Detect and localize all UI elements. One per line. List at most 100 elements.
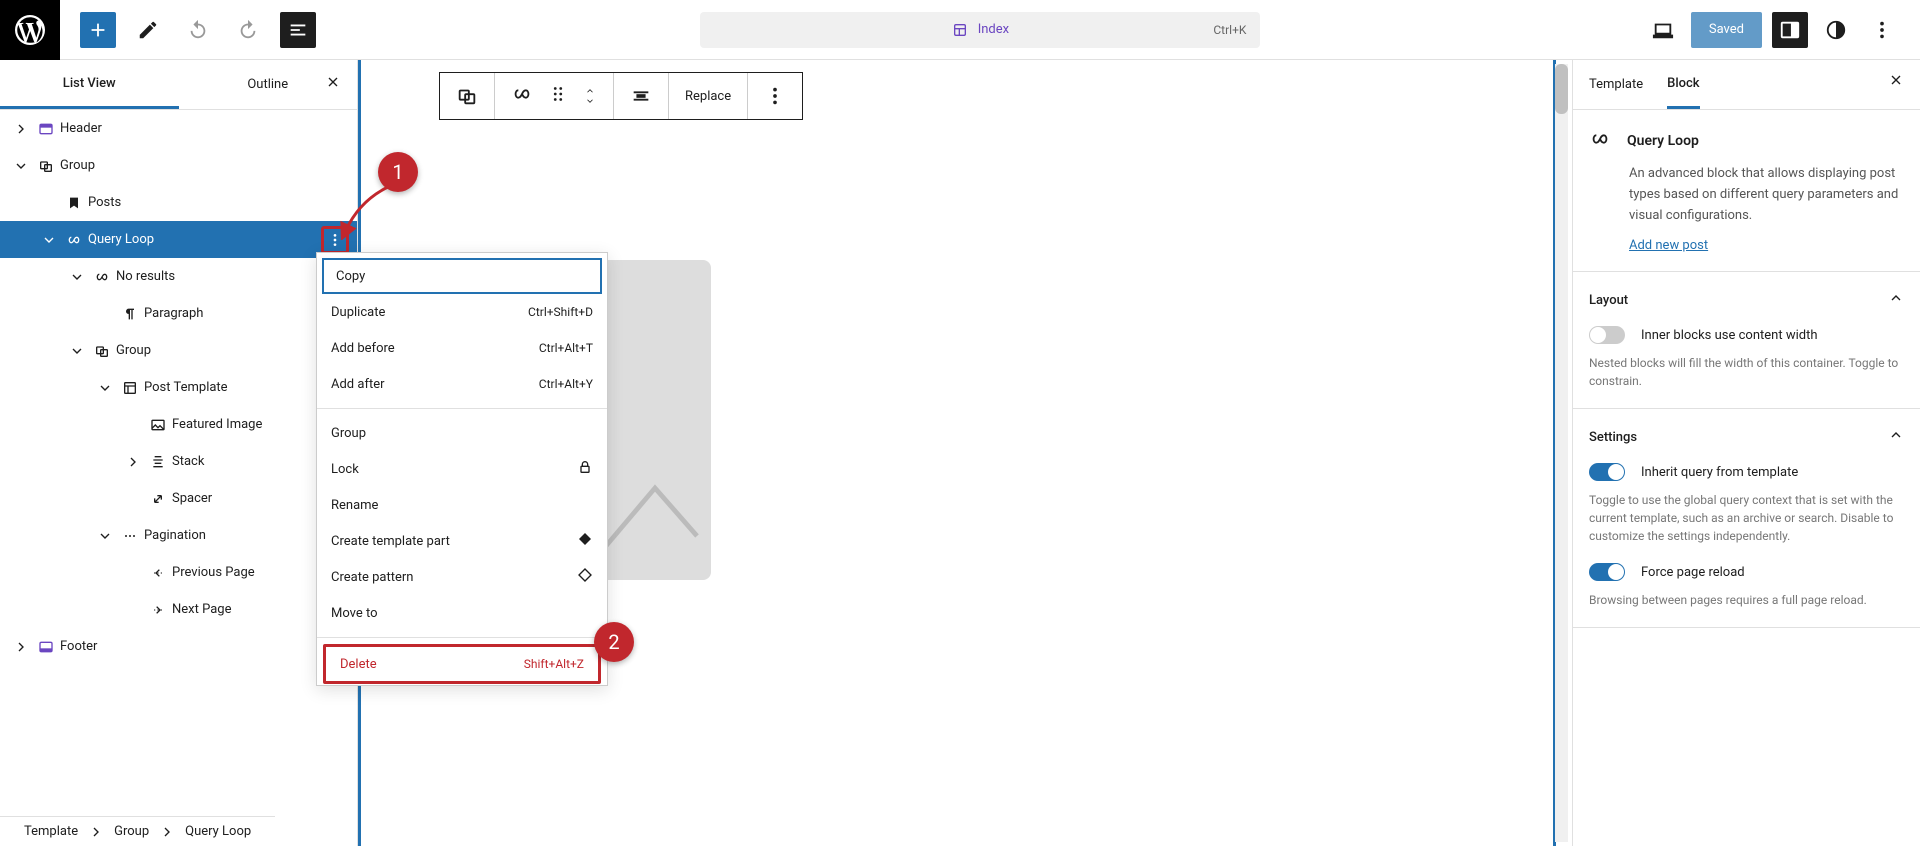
- tree-row[interactable]: Post Template: [0, 369, 357, 406]
- menu-item[interactable]: Move to: [317, 595, 607, 631]
- settings-sidebar-toggle[interactable]: [1772, 12, 1808, 48]
- collapse-icon[interactable]: [1888, 427, 1904, 447]
- save-button[interactable]: Saved: [1691, 12, 1762, 48]
- undo-button[interactable]: [180, 12, 216, 48]
- add-new-post-link[interactable]: Add new post: [1629, 238, 1708, 253]
- tree-row[interactable]: Header: [0, 110, 357, 147]
- tree-row[interactable]: Stack: [0, 443, 357, 480]
- expand-icon[interactable]: [94, 380, 116, 396]
- menu-label: Duplicate: [331, 305, 385, 320]
- document-title: Index: [978, 22, 1009, 37]
- close-settings-button[interactable]: [1888, 72, 1904, 92]
- menu-shortcut: Shift+Alt+Z: [524, 657, 584, 671]
- menu-item[interactable]: Group: [317, 415, 607, 451]
- menu-item[interactable]: DeleteShift+Alt+Z: [323, 644, 601, 684]
- edit-button[interactable]: [130, 12, 166, 48]
- menu-item[interactable]: Lock: [317, 451, 607, 487]
- breadcrumb-item[interactable]: Template: [24, 824, 78, 839]
- tree-label: Previous Page: [172, 565, 255, 580]
- tree-label: Footer: [60, 639, 97, 654]
- settings-panel: Template Block Query Loop An advanced bl…: [1572, 60, 1920, 846]
- canvas-scrollbar[interactable]: [1555, 64, 1568, 842]
- next-icon: [144, 602, 172, 618]
- breadcrumb-item[interactable]: Group: [114, 824, 149, 839]
- menu-item[interactable]: Create template part: [317, 523, 607, 559]
- breadcrumb-item[interactable]: Query Loop: [185, 824, 251, 839]
- collapse-icon[interactable]: [1888, 290, 1904, 310]
- tree-label: Group: [116, 343, 151, 358]
- shortcut-label: Ctrl+K: [1213, 23, 1246, 37]
- tree-row[interactable]: Pagination: [0, 517, 357, 554]
- document-title-button[interactable]: Index Ctrl+K: [700, 12, 1260, 48]
- menu-label: Create pattern: [331, 570, 413, 585]
- tree-row[interactable]: No results: [0, 258, 357, 295]
- expand-icon[interactable]: [10, 121, 32, 137]
- tree-label: Featured Image: [172, 417, 262, 432]
- listview-toggle[interactable]: [280, 12, 316, 48]
- tree-row[interactable]: Posts: [0, 184, 357, 221]
- toggle-help: Nested blocks will fill the width of thi…: [1589, 354, 1904, 390]
- bookmark-icon: [60, 195, 88, 211]
- styles-button[interactable]: [1818, 12, 1854, 48]
- menu-shortcut: Ctrl+Alt+Y: [539, 377, 593, 391]
- tree-row[interactable]: Group: [0, 332, 357, 369]
- align-button[interactable]: [614, 73, 669, 119]
- tree-row[interactable]: Query Loop: [0, 221, 357, 258]
- tree-label: Header: [60, 121, 102, 136]
- expand-icon[interactable]: [66, 269, 88, 285]
- tree-row[interactable]: Footer: [0, 628, 357, 665]
- wordpress-logo[interactable]: [0, 0, 60, 60]
- group-icon: [32, 158, 60, 174]
- expand-icon[interactable]: [10, 639, 32, 655]
- tree-row[interactable]: Previous Page: [0, 554, 357, 591]
- redo-button[interactable]: [230, 12, 266, 48]
- menu-item[interactable]: Add after Ctrl+Alt+Y: [317, 366, 607, 402]
- menu-label: Copy: [336, 269, 365, 284]
- tree-row[interactable]: Next Page: [0, 591, 357, 628]
- view-button[interactable]: [1645, 12, 1681, 48]
- menu-item[interactable]: DuplicateCtrl+Shift+D: [317, 294, 607, 330]
- tree-row[interactable]: Group: [0, 147, 357, 184]
- breadcrumb: Template Group Query Loop: [0, 816, 275, 846]
- section-title: Layout: [1589, 293, 1628, 308]
- expand-icon[interactable]: [122, 454, 144, 470]
- expand-icon[interactable]: [66, 343, 88, 359]
- lock-icon: [577, 459, 593, 479]
- drag-handle[interactable]: [547, 83, 569, 109]
- tab-block[interactable]: Block: [1667, 60, 1699, 109]
- tree-label: Paragraph: [144, 306, 203, 321]
- tab-list-view[interactable]: List View: [0, 60, 179, 109]
- block-toolbar: Replace: [439, 72, 803, 120]
- tab-template[interactable]: Template: [1589, 60, 1643, 109]
- tree-row[interactable]: Paragraph: [0, 295, 357, 332]
- force-reload-toggle[interactable]: [1589, 563, 1625, 581]
- move-arrows[interactable]: [583, 86, 597, 106]
- expand-icon[interactable]: [10, 158, 32, 174]
- tree-row[interactable]: Spacer: [0, 480, 357, 517]
- expand-icon[interactable]: [38, 232, 60, 248]
- block-options-button[interactable]: [748, 73, 802, 119]
- menu-label: Lock: [331, 462, 359, 477]
- tree-row[interactable]: Featured Image: [0, 406, 357, 443]
- topbar: Index Ctrl+K Saved: [0, 0, 1920, 60]
- menu-item[interactable]: Copy: [322, 258, 602, 294]
- add-block-button[interactable]: [80, 12, 116, 48]
- content-width-toggle[interactable]: [1589, 326, 1625, 344]
- menu-label: Add after: [331, 377, 385, 392]
- menu-label: Move to: [331, 606, 378, 621]
- menu-item[interactable]: Create pattern: [317, 559, 607, 595]
- inherit-query-toggle[interactable]: [1589, 463, 1625, 481]
- menu-item[interactable]: Rename: [317, 487, 607, 523]
- menu-item[interactable]: Add beforeCtrl+Alt+T: [317, 330, 607, 366]
- toggle-help: Browsing between pages requires a full p…: [1589, 591, 1904, 609]
- replace-button[interactable]: Replace: [669, 73, 748, 119]
- context-menu-scroll[interactable]: Copy DuplicateCtrl+Shift+DAdd beforeCtrl+…: [317, 253, 607, 685]
- stack-icon: [144, 454, 172, 470]
- block-context-menu: Copy DuplicateCtrl+Shift+DAdd beforeCtrl+…: [316, 252, 608, 686]
- block-type-button[interactable]: [440, 73, 495, 119]
- loop-icon[interactable]: [511, 83, 533, 109]
- expand-icon[interactable]: [94, 528, 116, 544]
- close-panel-button[interactable]: [325, 74, 341, 94]
- options-button[interactable]: [1864, 12, 1900, 48]
- annotation-2: 2: [594, 622, 634, 662]
